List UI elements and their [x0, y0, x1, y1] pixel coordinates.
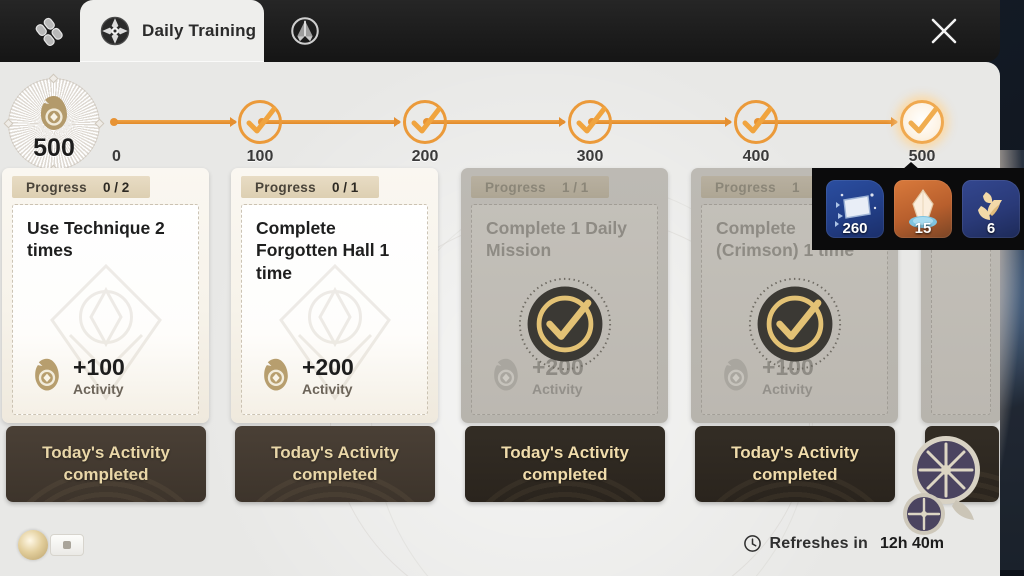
footer-line-1: Today's Activity [42, 442, 170, 462]
task-card-body: Progress 0 / 2 Use Technique 2 times +10… [2, 168, 209, 423]
progress-value: 0 / 1 [331, 179, 359, 195]
activity-point-icon [35, 358, 59, 391]
tab-assignments[interactable] [18, 0, 80, 62]
task-card-body: Progress 0 / 1 Complete Forgotten Hall 1… [231, 168, 438, 423]
progress-label: Progress [255, 179, 316, 195]
bottom-left-toggle[interactable] [18, 530, 84, 560]
claimed-check-stamp-icon [518, 277, 611, 371]
refresh-label: Refreshes in [769, 534, 868, 552]
footer-line-2: completed [292, 465, 378, 484]
reward-amount: +200 [302, 354, 354, 380]
tab-daily-training-label: Daily Training [142, 21, 257, 40]
currency-value: 15 [914, 220, 932, 237]
close-icon [931, 18, 957, 44]
milestone-tick-0: 0 [112, 148, 121, 165]
check-icon [576, 106, 607, 134]
progress-label: Progress [485, 179, 546, 195]
assignments-icon [35, 17, 63, 47]
simulated-universe-icon [291, 17, 319, 45]
footer-line-2: completed [752, 465, 838, 484]
task-card[interactable]: Progress 0 / 1 Complete Forgotten Hall 1… [231, 168, 438, 503]
check-icon [742, 106, 773, 134]
milestone-label-300: 300 [576, 148, 604, 165]
reward-label: Activity [302, 381, 353, 397]
task-footer-status: Today's Activity completed [695, 426, 895, 502]
task-reward: +200 Activity [256, 354, 354, 398]
collapse-button[interactable] [50, 534, 84, 556]
activity-point-icon [41, 95, 67, 130]
tab-daily-training[interactable]: Daily Training [80, 0, 264, 62]
reward-label: Activity [532, 381, 583, 397]
check-icon [246, 106, 277, 134]
task-title: Complete 1 Daily Mission [486, 218, 628, 261]
footer-line-1: Today's Activity [271, 442, 399, 462]
progress-label: Progress [26, 179, 87, 195]
currency-overlay: 260 15 6 [812, 168, 1024, 250]
milestone-node-400[interactable]: 400 [732, 98, 780, 165]
milestone-label-100: 100 [246, 148, 274, 165]
close-button[interactable] [922, 10, 966, 52]
daily-training-window: Daily Training 500 0 100 200 300 400 500… [0, 0, 1024, 576]
bottom-bar: Refreshes in 12h 40m [0, 520, 1000, 576]
task-footer-status: Today's Activity completed [235, 426, 435, 502]
progress-value: 1 / 1 [561, 179, 589, 195]
task-card-inner: Complete Forgotten Hall 1 time +200 Acti… [241, 204, 428, 415]
activity-point-icon [264, 358, 288, 391]
milestone-node-100[interactable]: 100 [236, 98, 284, 165]
footer-line-2: completed [522, 465, 608, 484]
activity-total-value: 500 [33, 133, 75, 162]
tab-simulated-universe[interactable] [274, 0, 336, 62]
task-footer-status: Today's Activity completed [6, 426, 206, 502]
ornament-gem-icon [18, 530, 48, 560]
footer-line-1: Today's Activity [501, 442, 629, 462]
tab-bar: Daily Training [0, 0, 1000, 62]
footer-line-1: Today's Activity [731, 442, 859, 462]
claimed-check-stamp-icon [748, 277, 841, 371]
daily-training-icon [100, 16, 130, 46]
progress-value: 0 / 2 [102, 179, 130, 195]
progress-badge: Progress 0 / 2 [12, 176, 150, 198]
progress-badge: Progress 0 / 1 [241, 176, 379, 198]
task-title: Use Technique 2 times [27, 218, 165, 261]
activity-total-badge: 500 [3, 73, 105, 175]
content-panel: 500 0 100 200 300 400 500 Progress 0 / 2… [0, 62, 1000, 576]
progress-badge: Progress 1 / 1 [471, 176, 609, 198]
currency-credit[interactable]: 260 [826, 180, 884, 238]
task-footer-status: Today's Activity completed [465, 426, 665, 502]
currency-star-rail-pass[interactable]: 6 [962, 180, 1020, 238]
currency-value: 6 [986, 220, 996, 237]
milestone-node-300[interactable]: 300 [566, 98, 614, 165]
progress-label: Progress [715, 179, 776, 195]
task-title: Complete Forgotten Hall 1 time [256, 218, 390, 283]
task-reward: +100 Activity [27, 354, 125, 398]
milestone-node-500[interactable]: 500 [898, 98, 946, 165]
flower-ornament-icon [903, 436, 980, 535]
check-icon [908, 106, 939, 134]
milestone-label-400: 400 [742, 148, 770, 165]
check-icon [411, 106, 442, 134]
milestone-node-200[interactable]: 200 [401, 98, 449, 165]
reward-label: Activity [762, 381, 813, 397]
reward-label: Activity [73, 381, 124, 397]
clock-icon [743, 535, 761, 552]
milestone-label-200: 200 [411, 148, 439, 165]
progress-value: 1 [791, 179, 800, 195]
reward-amount: +100 [73, 354, 125, 380]
task-card[interactable]: Progress 1 / 1 Complete 1 Daily Mission [461, 168, 668, 503]
footer-line-2: completed [63, 465, 149, 484]
task-card[interactable]: Progress 0 / 2 Use Technique 2 times +10… [2, 168, 209, 503]
currency-value: 260 [842, 220, 868, 237]
activity-progress-bar: 500 0 100 200 300 400 500 [0, 68, 1000, 175]
task-card-inner: Use Technique 2 times +100 Activity [12, 204, 199, 415]
overlay-notch [902, 162, 920, 170]
currency-stellar-jade[interactable]: 15 [894, 180, 952, 238]
